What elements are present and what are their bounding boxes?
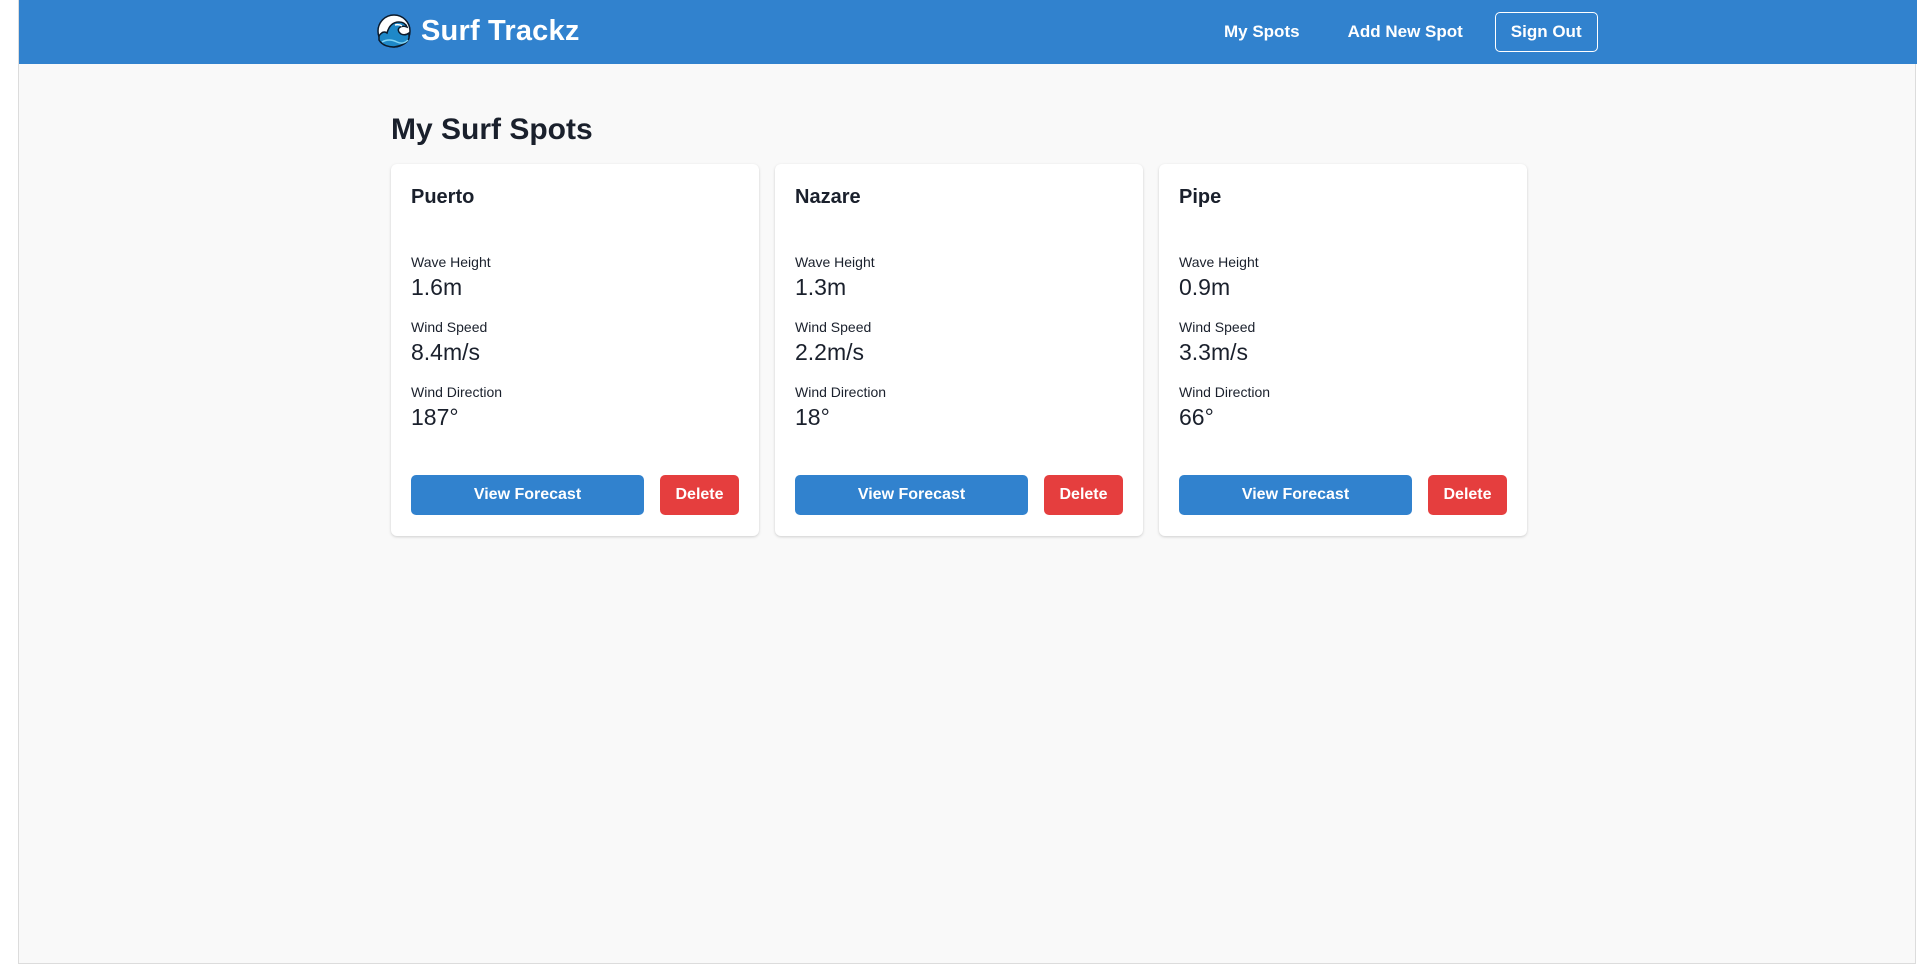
wind-direction-label: Wind Direction: [411, 384, 503, 400]
spot-card: Puerto Wave Height 1.6m Wind Speed 8.4m/…: [391, 164, 759, 536]
wind-direction-value: 18°: [795, 404, 830, 430]
wave-icon: [377, 14, 411, 48]
view-forecast-button[interactable]: View Forecast: [795, 475, 1028, 515]
card-actions: View Forecast Delete: [1179, 475, 1507, 515]
spot-name: Pipe: [1179, 186, 1222, 208]
wave-height-label: Wave Height: [795, 254, 875, 270]
delete-button[interactable]: Delete: [1428, 475, 1507, 515]
wave-height-value: 1.3m: [795, 274, 847, 300]
card-actions: View Forecast Delete: [411, 475, 739, 515]
delete-button[interactable]: Delete: [1044, 475, 1123, 515]
app-name: Surf Trackz: [421, 14, 580, 47]
spot-card: Pipe Wave Height 0.9m Wind Speed 3.3m/s …: [1159, 164, 1527, 536]
wind-speed-value: 3.3m/s: [1179, 339, 1249, 365]
navbar: Surf Trackz My Spots Add New Spot Sign O…: [19, 0, 1917, 64]
wave-height-value: 1.6m: [411, 274, 463, 300]
spot-stats: Wave Height 0.9m Wind Speed 3.3m/s Wind …: [1179, 254, 1507, 431]
spot-card-list: Puerto Wave Height 1.6m Wind Speed 8.4m/…: [391, 164, 1527, 536]
wind-speed-label: Wind Speed: [795, 319, 872, 335]
wind-speed-value: 2.2m/s: [795, 339, 865, 365]
nav-my-spots[interactable]: My Spots: [1224, 22, 1300, 42]
view-forecast-button[interactable]: View Forecast: [1179, 475, 1412, 515]
wind-speed-label: Wind Speed: [411, 319, 488, 335]
spot-card: Nazare Wave Height 1.3m Wind Speed 2.2m/…: [775, 164, 1143, 536]
wave-height-label: Wave Height: [1179, 254, 1259, 270]
view-forecast-button[interactable]: View Forecast: [411, 475, 644, 515]
wind-direction-value: 66°: [1179, 404, 1214, 430]
delete-button[interactable]: Delete: [660, 475, 739, 515]
wind-direction-label: Wind Direction: [1179, 384, 1271, 400]
nav-links: My Spots Add New Spot Sign Out: [1224, 12, 1598, 52]
wave-height-value: 0.9m: [1179, 274, 1231, 300]
app-frame: Surf Trackz My Spots Add New Spot Sign O…: [18, 0, 1917, 964]
wind-direction-label: Wind Direction: [795, 384, 887, 400]
wind-speed-label: Wind Speed: [1179, 319, 1256, 335]
wind-direction-value: 187°: [411, 404, 459, 430]
card-actions: View Forecast Delete: [795, 475, 1123, 515]
spot-name: Nazare: [795, 186, 861, 208]
nav-add-new-spot[interactable]: Add New Spot: [1348, 22, 1463, 42]
spot-name: Puerto: [411, 186, 475, 208]
wind-speed-value: 8.4m/s: [411, 339, 481, 365]
spot-stats: Wave Height 1.3m Wind Speed 2.2m/s Wind …: [795, 254, 1123, 431]
brand-link[interactable]: Surf Trackz: [377, 14, 580, 48]
spot-stats: Wave Height 1.6m Wind Speed 8.4m/s Wind …: [411, 254, 739, 431]
sign-out-button[interactable]: Sign Out: [1494, 12, 1598, 52]
page-title: My Surf Spots: [391, 113, 593, 146]
wave-height-label: Wave Height: [411, 254, 491, 270]
